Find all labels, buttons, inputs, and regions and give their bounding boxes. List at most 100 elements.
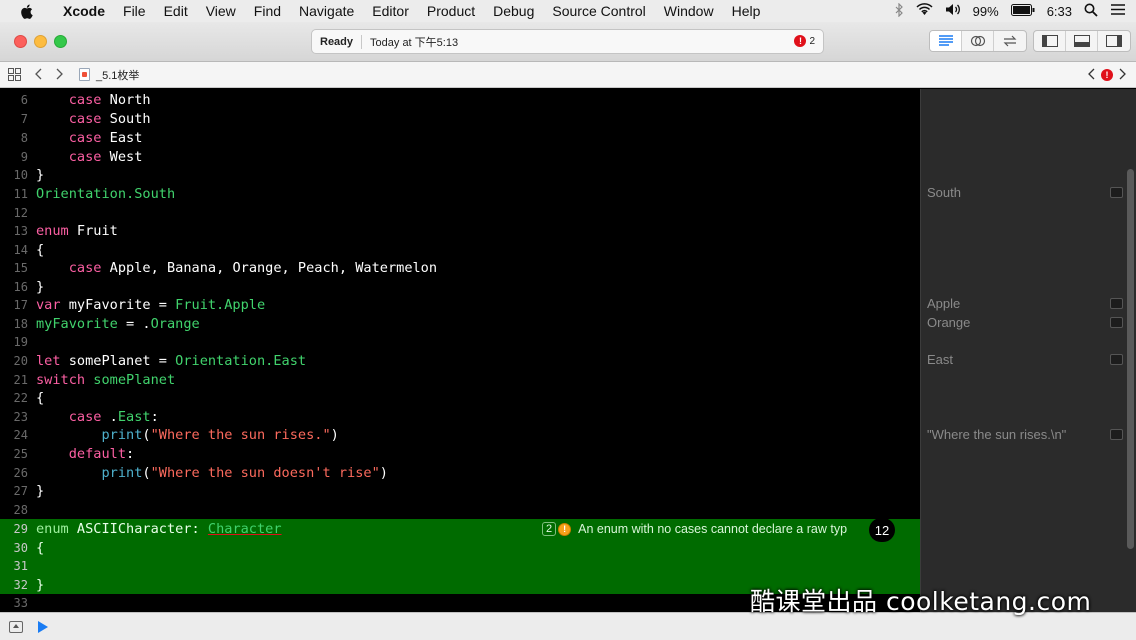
- code-line[interactable]: 6 case North: [0, 90, 920, 109]
- code-editor[interactable]: 6 case North 7 case South 8 case East 9 …: [0, 89, 920, 612]
- quick-look-button[interactable]: [1110, 187, 1123, 198]
- zoom-window-button[interactable]: [54, 35, 67, 48]
- code-line[interactable]: 10}: [0, 165, 920, 184]
- code-line[interactable]: 21 switch somePlanet: [0, 370, 920, 389]
- operator: :: [150, 408, 159, 425]
- code-line[interactable]: 13 enum Fruit: [0, 221, 920, 240]
- jumpbar-file-name[interactable]: _5.1枚举: [96, 67, 139, 83]
- activity-divider: [361, 34, 363, 49]
- menu-view[interactable]: View: [197, 3, 245, 19]
- wifi-icon[interactable]: [916, 3, 933, 19]
- toggle-utilities-button[interactable]: [1098, 31, 1130, 51]
- code-line[interactable]: 27}: [0, 481, 920, 500]
- code-line[interactable]: 8 case East: [0, 128, 920, 147]
- code-line[interactable]: 19: [0, 332, 920, 351]
- brace: }: [36, 482, 45, 499]
- code-line[interactable]: 14 {: [0, 240, 920, 259]
- battery-icon[interactable]: [1010, 3, 1035, 19]
- keyword: let: [36, 352, 61, 369]
- menu-help[interactable]: Help: [723, 3, 770, 19]
- line-number: 10: [13, 167, 28, 182]
- run-playground-icon[interactable]: [38, 620, 48, 633]
- line-number: 33: [13, 595, 28, 610]
- error-line-badge[interactable]: 12: [869, 518, 895, 542]
- brace: }: [36, 166, 45, 183]
- debug-bar: [0, 612, 1136, 640]
- code-line[interactable]: 9 case West: [0, 147, 920, 166]
- code-line[interactable]: 11 Orientation.South: [0, 184, 920, 203]
- menu-app-name[interactable]: Xcode: [54, 3, 114, 19]
- code-line[interactable]: 20 let somePlanet = Orientation.East: [0, 351, 920, 370]
- code-line[interactable]: 7 case South: [0, 109, 920, 128]
- line-number: 30: [13, 540, 28, 555]
- menu-editor[interactable]: Editor: [363, 3, 418, 19]
- menu-source-control[interactable]: Source Control: [543, 3, 654, 19]
- watermark: 酷课堂出品 coolketang.com: [750, 587, 1092, 616]
- toggle-navigator-button[interactable]: [1034, 31, 1066, 51]
- code-line[interactable]: 16}: [0, 277, 920, 296]
- menu-debug[interactable]: Debug: [484, 3, 543, 19]
- quick-look-button[interactable]: [1110, 317, 1123, 328]
- code-line[interactable]: 15 case Apple, Banana, Orange, Peach, Wa…: [0, 258, 920, 277]
- error-indicator[interactable]: ! 2: [794, 35, 815, 47]
- menu-navigate[interactable]: Navigate: [290, 3, 363, 19]
- brace: }: [36, 576, 45, 593]
- standard-editor-button[interactable]: [930, 31, 962, 51]
- bluetooth-icon[interactable]: [895, 2, 904, 20]
- align-lines-icon: [938, 35, 953, 46]
- inline-error-message[interactable]: 2 ! An enum with no cases cannot declare…: [542, 518, 892, 540]
- code-line[interactable]: 24 print("Where the sun rises."): [0, 425, 920, 444]
- code-line[interactable]: 25 default:: [0, 444, 920, 463]
- code-line[interactable]: 28: [0, 500, 920, 519]
- previous-issue-chevron-icon[interactable]: [1088, 67, 1095, 83]
- quick-look-button[interactable]: [1110, 429, 1123, 440]
- version-editor-button[interactable]: [994, 31, 1026, 51]
- code-line-error-highlighted[interactable]: 30 {: [0, 538, 920, 557]
- results-scrollbar[interactable]: [1127, 169, 1134, 549]
- spotlight-search-icon[interactable]: [1084, 3, 1098, 20]
- toggle-debug-area-button[interactable]: [1066, 31, 1098, 51]
- issue-error-icon[interactable]: !: [1101, 69, 1113, 81]
- menu-window[interactable]: Window: [655, 3, 723, 19]
- apple-menu-icon[interactable]: [20, 4, 40, 19]
- close-window-button[interactable]: [14, 35, 27, 48]
- menu-find[interactable]: Find: [245, 3, 290, 19]
- line-number: 12: [13, 205, 28, 220]
- keyword: default: [68, 445, 127, 462]
- brace: {: [36, 539, 45, 556]
- history-nav: [35, 67, 63, 83]
- forward-chevron-icon[interactable]: [56, 67, 63, 83]
- menu-product[interactable]: Product: [418, 3, 484, 19]
- identifier: South: [101, 110, 151, 127]
- code-line[interactable]: 22 {: [0, 388, 920, 407]
- brace: }: [36, 278, 45, 295]
- function-call: print: [101, 426, 143, 443]
- quick-look-button[interactable]: [1110, 298, 1123, 309]
- paren: (: [142, 426, 151, 443]
- assistant-editor-button[interactable]: [962, 31, 994, 51]
- code-line-error-highlighted[interactable]: 31: [0, 556, 920, 575]
- quick-look-button[interactable]: [1110, 354, 1123, 365]
- menu-file[interactable]: File: [114, 3, 155, 19]
- line-number: 25: [13, 446, 28, 461]
- inline-error-text: An enum with no cases cannot declare a r…: [578, 522, 848, 536]
- type-reference: Orange: [150, 315, 200, 332]
- code-line[interactable]: 18 myFavorite = .Orange: [0, 314, 920, 333]
- code-line[interactable]: 26 print("Where the sun doesn't rise"): [0, 463, 920, 482]
- identifier: myFavorite =: [60, 296, 176, 313]
- clock[interactable]: 6:33: [1047, 4, 1072, 19]
- code-line[interactable]: 23 case .East:: [0, 407, 920, 426]
- code-line[interactable]: 17 var myFavorite = Fruit.Apple: [0, 295, 920, 314]
- paren: ): [379, 464, 388, 481]
- menu-edit[interactable]: Edit: [155, 3, 197, 19]
- minimize-window-button[interactable]: [34, 35, 47, 48]
- back-chevron-icon[interactable]: [35, 67, 42, 83]
- notification-center-icon[interactable]: [1110, 3, 1126, 19]
- code-line[interactable]: 12: [0, 203, 920, 222]
- bottom-panel-icon: [1073, 35, 1090, 47]
- line-number: 22: [13, 390, 28, 405]
- related-items-grid-icon[interactable]: [8, 68, 21, 81]
- hide-debug-area-button[interactable]: [9, 620, 23, 633]
- next-issue-chevron-icon[interactable]: [1119, 67, 1126, 83]
- volume-icon[interactable]: [945, 3, 961, 19]
